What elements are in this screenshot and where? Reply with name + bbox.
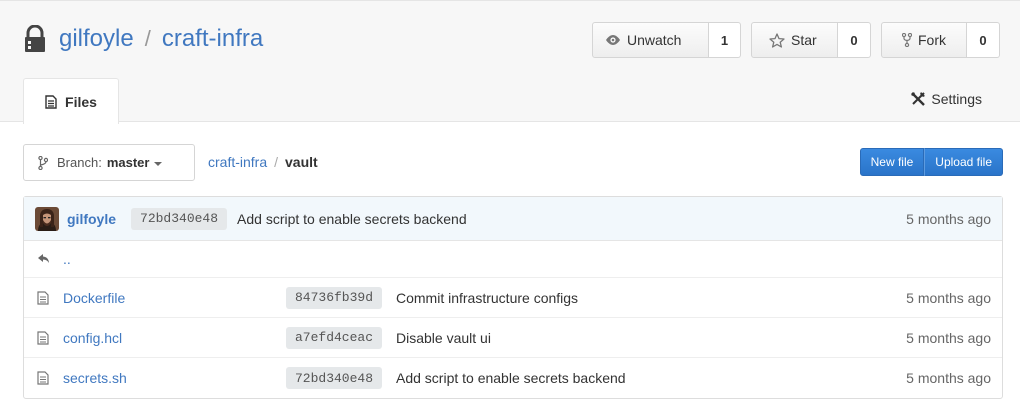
new-file-button[interactable]: New file (859, 148, 925, 176)
branch-select-button[interactable]: Branch: master (23, 144, 195, 181)
file-text-icon (37, 371, 49, 385)
watch-count[interactable]: 1 (709, 22, 741, 58)
table-row: secrets.sh 72bd340e48 Add script to enab… (24, 358, 1002, 398)
file-commit-message-link[interactable]: Disable vault ui (396, 330, 491, 346)
latest-commit-bar: gilfoyle 72bd340e48 Add script to enable… (24, 197, 1002, 241)
file-commit-age: 5 months ago (906, 329, 991, 346)
repo-name-link[interactable]: craft-infra (162, 25, 263, 53)
tab-settings[interactable]: Settings (910, 91, 982, 107)
repo-header: gilfoyle / craft-infra Unwatch 1 Star 0 (0, 0, 1020, 124)
commit-sha-link[interactable]: 72bd340e48 (131, 207, 228, 230)
parent-directory-row[interactable]: .. (24, 241, 1002, 278)
file-commit-sha-link[interactable]: 72bd340e48 (286, 367, 383, 389)
watch-group: Unwatch 1 (592, 22, 741, 58)
breadcrumb: craft-infra / vault (208, 154, 318, 170)
tab-settings-label: Settings (931, 91, 982, 107)
chevron-down-icon (154, 161, 163, 166)
branch-icon (38, 155, 48, 170)
table-row: config.hcl a7efd4ceac Disable vault ui 5… (24, 318, 1002, 358)
file-text-icon (37, 290, 49, 305)
file-commit-sha-link[interactable]: a7efd4ceac (286, 326, 383, 349)
file-icon (45, 94, 57, 109)
file-commit-age: 5 months ago (906, 289, 991, 306)
file-commit-message-link[interactable]: Add script to enable secrets backend (396, 370, 626, 386)
repo-title: gilfoyle / craft-infra (23, 21, 263, 57)
commit-author-link[interactable]: gilfoyle (67, 211, 116, 227)
file-table: gilfoyle 72bd340e48 Add script to enable… (23, 196, 1003, 399)
file-commit-sha-link[interactable]: 84736fb39d (286, 286, 383, 309)
star-button[interactable]: Star (751, 22, 838, 58)
tools-icon (910, 91, 926, 107)
fork-count[interactable]: 0 (967, 22, 1000, 58)
fork-icon (902, 33, 912, 47)
tab-files[interactable]: Files (23, 78, 119, 124)
tab-files-label: Files (65, 93, 97, 110)
upload-file-button[interactable]: Upload file (924, 148, 1003, 176)
repo-separator: / (144, 26, 151, 51)
commit-message-link[interactable]: Add script to enable secrets backend (237, 211, 467, 227)
lock-icon (23, 24, 47, 54)
reply-icon (37, 253, 51, 265)
unwatch-label: Unwatch (627, 32, 682, 48)
table-row: Dockerfile 84736fb39d Commit infrastruct… (24, 278, 1002, 318)
file-commit-age: 5 months ago (906, 370, 991, 386)
repo-owner-link[interactable]: gilfoyle (59, 25, 134, 53)
star-icon (769, 32, 785, 48)
unwatch-button[interactable]: Unwatch (592, 22, 709, 58)
star-count[interactable]: 0 (838, 22, 871, 58)
branch-name: master (106, 155, 150, 170)
file-commit-message-link[interactable]: Commit infrastructure configs (396, 290, 578, 306)
avatar[interactable] (35, 206, 59, 231)
branch-prefix: Branch: (57, 155, 102, 170)
star-label: Star (791, 32, 817, 48)
file-name-link[interactable]: config.hcl (63, 330, 122, 346)
file-name-link[interactable]: Dockerfile (63, 290, 125, 306)
breadcrumb-current: vault (285, 154, 318, 170)
fork-button[interactable]: Fork (881, 22, 967, 58)
eye-icon (605, 34, 621, 46)
breadcrumb-separator: / (274, 154, 279, 170)
fork-group: Fork 0 (881, 22, 1000, 58)
parent-directory-link[interactable]: .. (63, 251, 71, 267)
file-name-link[interactable]: secrets.sh (63, 370, 127, 386)
file-text-icon (37, 330, 49, 345)
fork-label: Fork (918, 32, 946, 48)
breadcrumb-root-link[interactable]: craft-infra (208, 154, 267, 170)
star-group: Star 0 (751, 22, 871, 58)
commit-age: 5 months ago (906, 210, 991, 227)
file-actions: New file Upload file (859, 148, 1003, 176)
repo-actions: Unwatch 1 Star 0 Fork 0 (582, 22, 1000, 58)
